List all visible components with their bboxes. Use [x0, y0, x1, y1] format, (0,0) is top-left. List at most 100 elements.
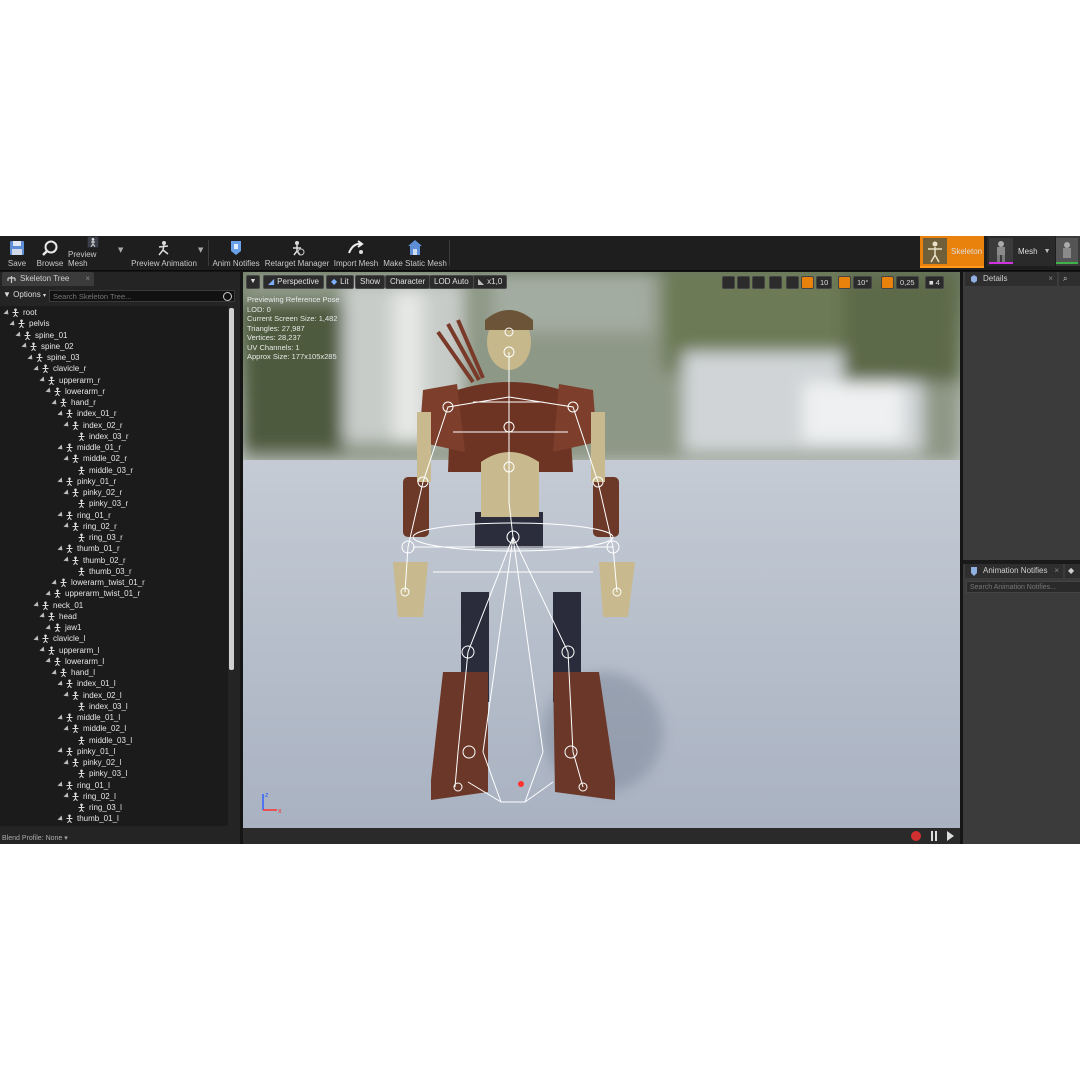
expand-arrow-icon[interactable]	[21, 342, 29, 350]
expand-arrow-icon[interactable]	[63, 455, 71, 463]
skeleton-tree-search-input[interactable]	[49, 290, 235, 302]
expand-arrow-icon[interactable]	[63, 522, 71, 530]
preview-animation-dropdown[interactable]: ▼	[198, 246, 203, 254]
tree-row-middle-03-r[interactable]: middle_03_r	[70, 465, 133, 476]
preview-animation-button[interactable]: Preview Animation	[130, 236, 198, 270]
tree-row-hand-r[interactable]: hand_r	[51, 397, 96, 408]
tree-row-spine-01[interactable]: spine_01	[15, 330, 67, 341]
pause-button[interactable]	[931, 831, 933, 841]
second-tab[interactable]: ⌕	[1059, 272, 1080, 286]
anim-notifies-button[interactable]: Anim Notifies	[212, 236, 260, 270]
tree-row-middle-02-r[interactable]: middle_02_r	[63, 453, 127, 464]
tree-row-lowerarm-r[interactable]: lowerarm_r	[45, 386, 105, 397]
expand-arrow-icon[interactable]	[57, 410, 65, 418]
expand-arrow-icon[interactable]	[63, 421, 71, 429]
tree-row-ring-03-l[interactable]: ring_03_l	[70, 802, 122, 813]
tree-row-clavicle-l[interactable]: clavicle_l	[33, 633, 85, 644]
camera-speed-button[interactable]: ■ 4	[925, 276, 944, 289]
tree-row-pinky-02-l[interactable]: pinky_02_l	[63, 757, 121, 768]
playback-speed-dropdown[interactable]: ◣ x1,0	[473, 275, 508, 289]
expand-arrow-icon[interactable]	[57, 747, 65, 755]
tree-row-jaw1[interactable]: jaw1	[45, 622, 81, 633]
tree-row-ring-02-l[interactable]: ring_02_l	[63, 791, 116, 802]
mesh-mode-tab[interactable]: Mesh ▼	[987, 236, 1055, 266]
tree-row-spine-03[interactable]: spine_03	[27, 352, 79, 363]
tree-row-middle-03-l[interactable]: middle_03_l	[70, 735, 132, 746]
surface-snap-icon[interactable]	[786, 276, 799, 289]
rotation-snap-icon[interactable]	[838, 276, 851, 289]
browse-button[interactable]: Browse	[34, 236, 66, 270]
close-tab-icon[interactable]: ×	[85, 272, 90, 286]
expand-arrow-icon[interactable]	[9, 320, 17, 328]
extra-tab[interactable]: ◆	[1065, 564, 1080, 578]
rotate-tool-icon[interactable]	[737, 276, 750, 289]
expand-arrow-icon[interactable]	[39, 646, 47, 654]
tree-row-index-02-r[interactable]: index_02_r	[63, 420, 123, 431]
expand-arrow-icon[interactable]	[39, 376, 47, 384]
skeleton-mode-tab[interactable]: Skeleton	[920, 236, 984, 268]
options-dropdown[interactable]: ▼ Options ▾	[3, 290, 46, 299]
import-mesh-button[interactable]: Import Mesh	[332, 236, 380, 270]
rotation-snap-value[interactable]: 10°	[853, 276, 873, 289]
tree-row-neck-01[interactable]: neck_01	[33, 600, 83, 611]
expand-arrow-icon[interactable]	[63, 758, 71, 767]
expand-arrow-icon[interactable]	[57, 815, 65, 823]
tree-row-thumb-01-l[interactable]: thumb_01_l	[57, 813, 119, 824]
tree-row-hand-l[interactable]: hand_l	[51, 667, 95, 678]
viewport-options-dropdown[interactable]: ▼	[246, 275, 260, 289]
tree-row-upperarm-twist-01-r[interactable]: upperarm_twist_01_r	[45, 588, 140, 599]
perspective-dropdown[interactable]: ◢ Perspective	[263, 275, 324, 289]
expand-arrow-icon[interactable]	[63, 691, 71, 699]
scale-snap-icon[interactable]	[881, 276, 894, 289]
tree-row-upperarm-l[interactable]: upperarm_l	[39, 645, 99, 656]
anim-notifies-search-input[interactable]: Search Animation Notifies...	[966, 581, 1080, 593]
tree-row-thumb-01-r[interactable]: thumb_01_r	[57, 543, 120, 554]
preview-viewport[interactable]: ▼ ◢ Perspective ◆ Lit Show Character LOD A…	[243, 272, 960, 828]
expand-arrow-icon[interactable]	[51, 578, 59, 587]
expand-arrow-icon[interactable]	[57, 781, 65, 789]
expand-arrow-icon[interactable]	[51, 398, 59, 407]
tree-row-ring-02-r[interactable]: ring_02_r	[63, 521, 117, 532]
tree-row-clavicle-r[interactable]: clavicle_r	[33, 363, 86, 374]
tree-row-middle-01-l[interactable]: middle_01_l	[57, 712, 120, 723]
search-icon[interactable]	[223, 292, 232, 301]
expand-arrow-icon[interactable]	[63, 725, 71, 733]
tree-row-thumb-02-r[interactable]: thumb_02_r	[63, 555, 126, 566]
tree-row-upperarm-r[interactable]: upperarm_r	[39, 375, 100, 386]
expand-arrow-icon[interactable]	[63, 792, 71, 800]
tree-scrollbar[interactable]	[229, 308, 234, 670]
blend-profile-dropdown[interactable]: Blend Profile: None ▾	[2, 834, 68, 842]
tree-row-spine-02[interactable]: spine_02	[21, 341, 73, 352]
tree-row-ring-01-r[interactable]: ring_01_r	[57, 510, 111, 521]
tree-row-index-02-l[interactable]: index_02_l	[63, 690, 122, 701]
tree-row-pinky-01-r[interactable]: pinky_01_r	[57, 476, 116, 487]
expand-arrow-icon[interactable]	[57, 545, 65, 553]
tree-row-pinky-03-r[interactable]: pinky_03_r	[70, 498, 128, 509]
tree-row-ring-03-r[interactable]: ring_03_r	[70, 532, 123, 543]
expand-arrow-icon[interactable]	[33, 601, 41, 609]
tree-row-index-01-r[interactable]: index_01_r	[57, 408, 117, 419]
expand-arrow-icon[interactable]	[57, 443, 65, 452]
tree-row-pinky-02-r[interactable]: pinky_02_r	[63, 487, 122, 498]
scale-snap-value[interactable]: 0,25	[896, 276, 919, 289]
retarget-manager-button[interactable]: Retarget Manager	[264, 236, 330, 270]
expand-arrow-icon[interactable]	[57, 511, 65, 519]
animation-mode-tab[interactable]	[1056, 236, 1080, 266]
expand-arrow-icon[interactable]	[3, 308, 11, 317]
expand-arrow-icon[interactable]	[33, 635, 41, 643]
details-tab[interactable]: Details ×	[965, 272, 1057, 286]
expand-arrow-icon[interactable]	[63, 488, 71, 497]
mode-dropdown-arrow[interactable]: ▼	[1044, 248, 1051, 255]
tree-row-pelvis[interactable]: pelvis	[9, 318, 49, 329]
expand-arrow-icon[interactable]	[45, 590, 53, 598]
tree-row-ring-01-l[interactable]: ring_01_l	[57, 780, 110, 791]
expand-arrow-icon[interactable]	[45, 623, 53, 632]
grid-snap-value[interactable]: 10	[816, 276, 833, 289]
expand-arrow-icon[interactable]	[27, 353, 35, 362]
scale-tool-icon[interactable]	[752, 276, 765, 289]
tree-row-pinky-01-l[interactable]: pinky_01_l	[57, 746, 115, 757]
expand-arrow-icon[interactable]	[51, 668, 59, 677]
tree-row-thumb-03-r[interactable]: thumb_03_r	[70, 566, 132, 577]
tree-row-lowerarm-twist-01-r[interactable]: lowerarm_twist_01_r	[51, 577, 145, 588]
expand-arrow-icon[interactable]	[57, 477, 65, 485]
